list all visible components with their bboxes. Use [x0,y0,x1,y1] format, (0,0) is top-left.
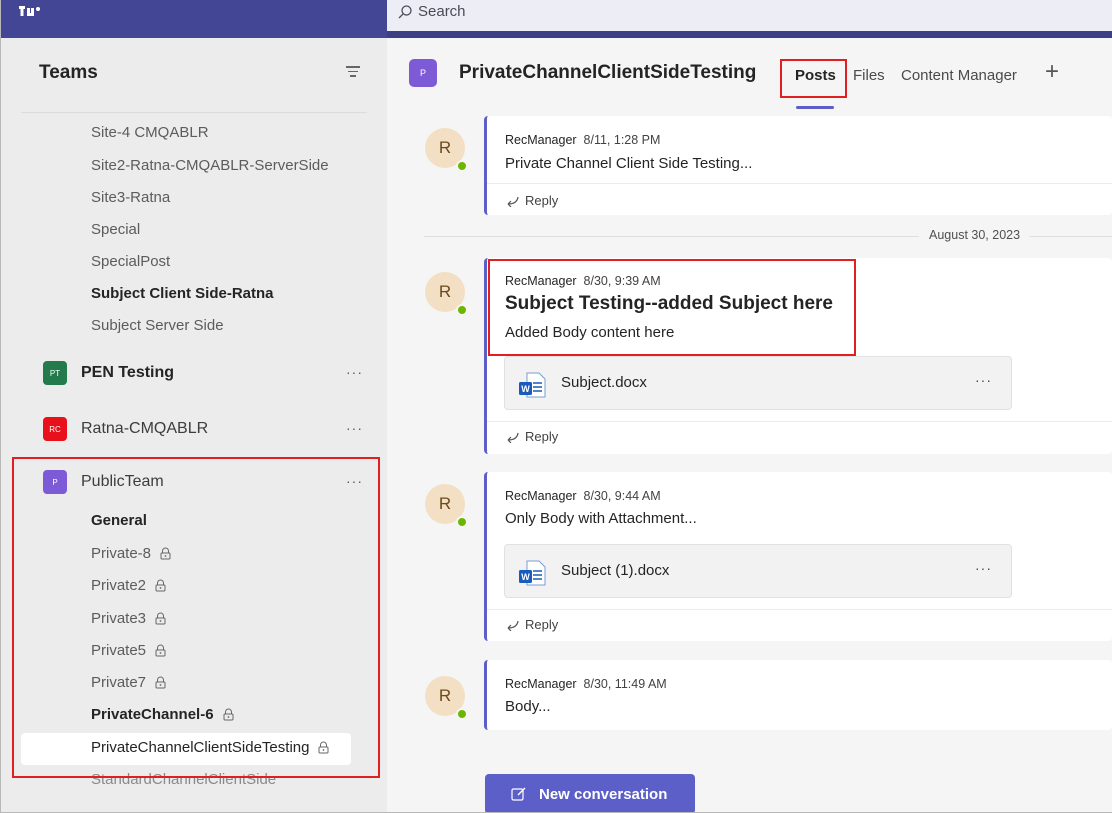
sidebar-channel[interactable]: Site-4 CMQABLR [91,124,209,141]
divider [487,421,1112,422]
presence-available-icon [456,160,468,172]
divider [21,112,367,113]
sidebar-channel[interactable]: Subject Server Side [91,317,224,334]
reply-icon [507,432,519,443]
reply-icon [507,620,519,631]
message-time: 8/30, 11:49 AM [583,677,667,691]
message-author: RecManager [505,677,577,691]
teams-logo-icon[interactable] [19,4,45,18]
message-card[interactable]: RecManager 8/11, 1:28 PM Private Channel… [484,116,1112,215]
teams-sidebar: Teams Site-4 CMQABLR Site2-Ratna-CMQABLR… [1,38,387,812]
divider [487,609,1112,610]
top-bar: Search [1,0,1112,38]
message-body: Only Body with Attachment... [505,510,697,527]
team-name: PEN Testing [81,364,175,381]
attachment-name: Subject.docx [561,374,647,391]
reply-button[interactable]: Reply [503,193,558,208]
channel-title: PrivateChannelClientSideTesting [459,62,757,83]
add-tab-icon[interactable]: + [1045,58,1059,86]
reply-icon [507,196,519,207]
sidebar-channel[interactable]: Special [91,221,140,238]
annotation-highlight-box [780,59,847,98]
new-conversation-label: New conversation [539,785,668,803]
word-icon-letter: W [521,384,530,394]
message-body: Private Channel Client Side Testing... [505,155,753,172]
top-bar-brand-area [1,0,387,38]
search-placeholder: Search [418,3,466,20]
more-options-icon[interactable]: ··· [975,560,992,576]
message-meta: RecManager 8/30, 11:49 AM [505,677,667,691]
message-card[interactable]: RecManager 8/30, 11:49 AM Body... [484,660,1112,730]
attachment-card[interactable]: W Subject (1).docx ··· [504,544,1012,598]
teams-window: Search Teams Site-4 CMQABLR Site2-Ratna-… [0,0,1112,813]
channel-main-pane: P PrivateChannelClientSideTesting Posts … [387,38,1112,812]
presence-available-icon [456,304,468,316]
channel-avatar: P [409,59,437,87]
annotation-highlight-box [488,259,856,356]
reply-label: Reply [525,617,559,632]
sidebar-channel[interactable]: Subject Client Side-Ratna [91,285,274,302]
sidebar-channel[interactable]: Site3-Ratna [91,189,170,206]
more-options-icon[interactable]: ··· [346,364,363,380]
attachment-name: Subject (1).docx [561,562,670,579]
sidebar-channel[interactable]: SpecialPost [91,253,170,270]
message-time: 8/30, 9:44 AM [583,489,661,503]
sidebar-title: Teams [39,62,98,83]
reply-button[interactable]: Reply [503,617,558,632]
team-name: Ratna-CMQABLR [81,420,209,437]
tab-files[interactable]: Files [853,67,885,84]
team-avatar: PT [43,361,67,385]
presence-available-icon [456,708,468,720]
team-pen-testing[interactable]: PT PEN Testing [43,361,174,385]
message-author: RecManager [505,133,577,147]
word-document-icon: W [519,560,546,586]
divider [487,183,1112,184]
annotation-highlight-box [12,457,380,778]
reply-label: Reply [525,429,559,444]
message-body: Body... [505,698,551,715]
search-input[interactable]: Search [398,3,466,20]
channel-header: P PrivateChannelClientSideTesting Posts … [387,38,1112,112]
sidebar-channel[interactable]: Site2-Ratna-CMQABLR-ServerSide [91,157,329,174]
compose-icon [511,787,526,801]
team-avatar: RC [43,417,67,441]
team-ratna-cmqablr[interactable]: RC Ratna-CMQABLR [43,417,208,441]
active-tab-indicator [796,106,834,109]
more-options-icon[interactable]: ··· [346,420,363,436]
word-document-icon: W [519,372,546,398]
search-icon [398,4,412,18]
message-meta: RecManager 8/30, 9:44 AM [505,489,661,503]
more-options-icon[interactable]: ··· [975,372,992,388]
attachment-card[interactable]: W Subject.docx ··· [504,356,1012,410]
reply-label: Reply [525,193,559,208]
presence-available-icon [456,516,468,528]
date-label: August 30, 2023 [919,228,1031,242]
message-time: 8/11, 1:28 PM [583,133,661,147]
message-meta: RecManager 8/11, 1:28 PM [505,133,660,147]
message-card[interactable]: RecManager 8/30, 9:44 AM Only Body with … [484,472,1112,641]
word-icon-letter: W [521,572,530,582]
new-conversation-button[interactable]: New conversation [485,774,695,812]
filter-icon[interactable] [346,66,360,78]
message-author: RecManager [505,489,577,503]
reply-button[interactable]: Reply [503,429,558,444]
top-bar-stripe [387,31,1112,38]
tab-content-manager[interactable]: Content Manager [901,67,1017,84]
